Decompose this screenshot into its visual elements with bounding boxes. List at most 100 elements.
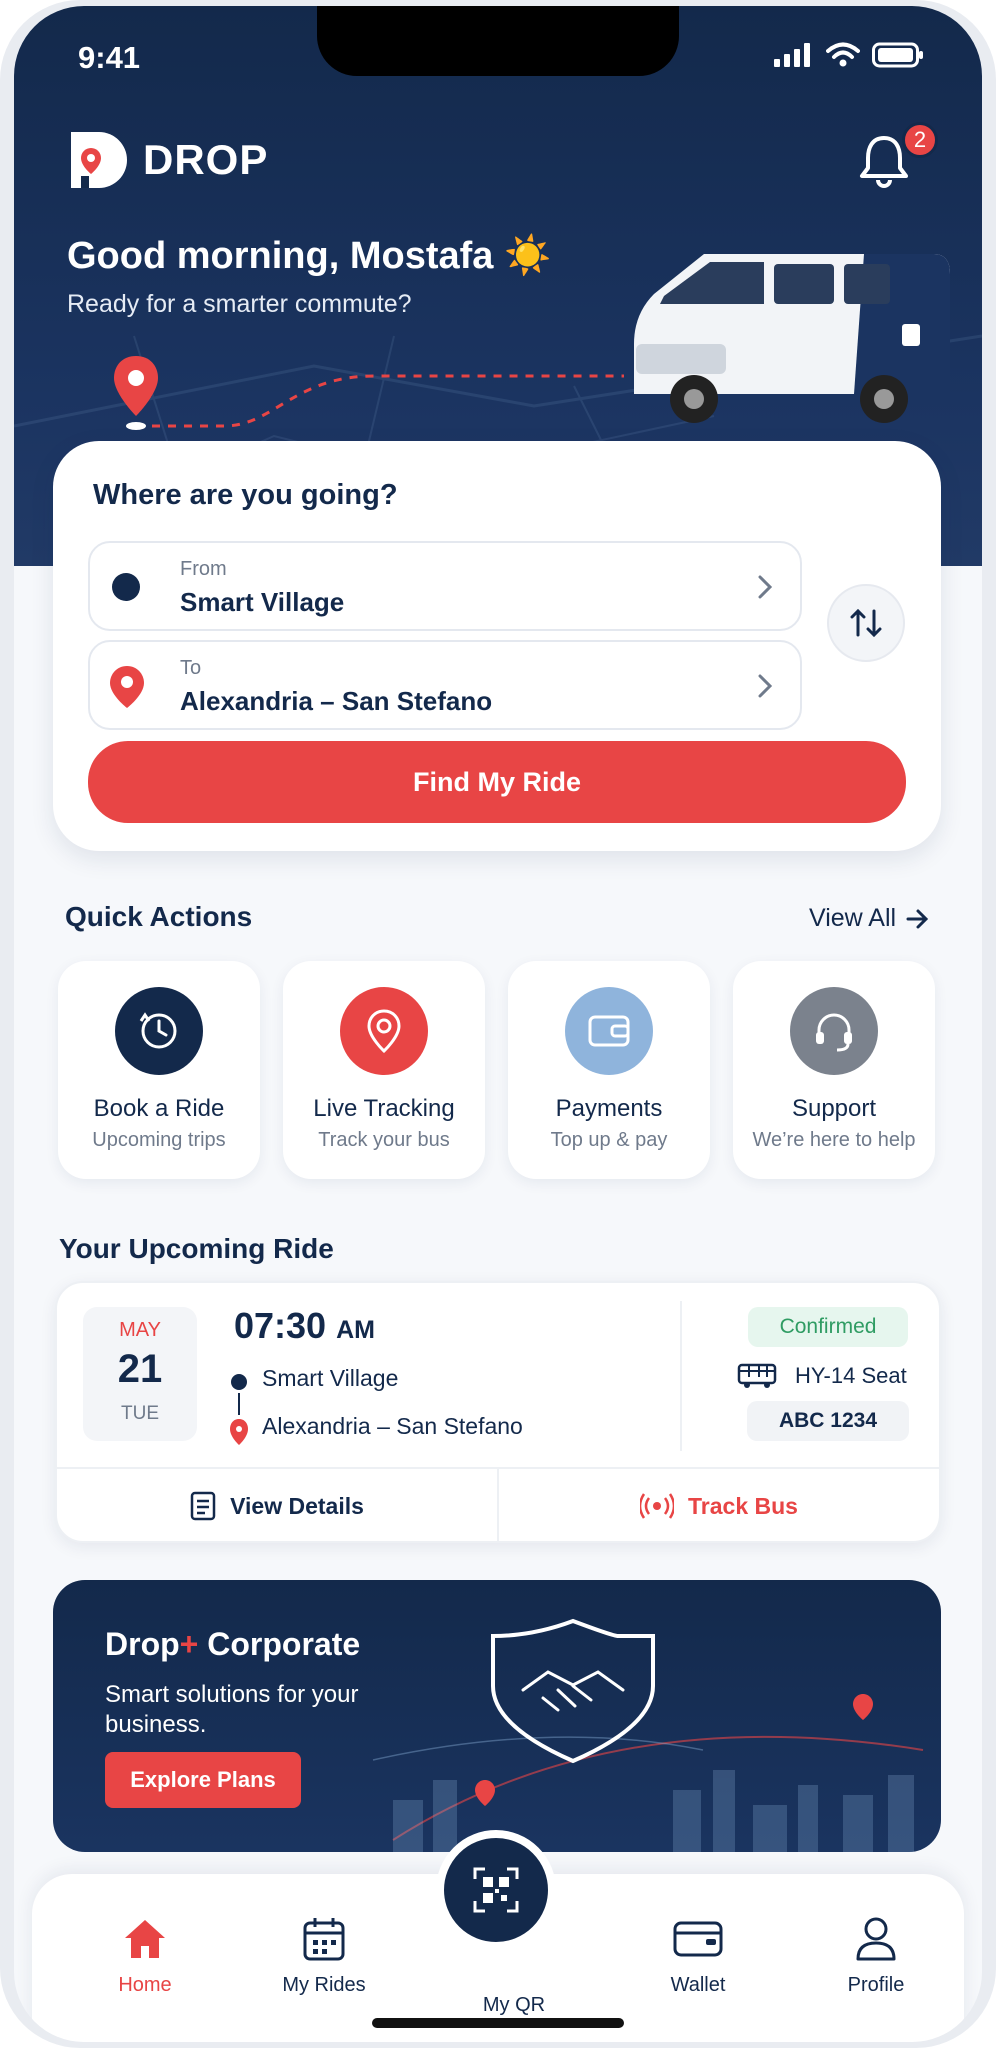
tab-wallet[interactable]: Wallet <box>628 1914 768 1997</box>
ride-time-value: 07:30 <box>234 1305 327 1346</box>
chevron-right-icon <box>758 674 773 698</box>
swap-arrows-icon <box>850 608 882 638</box>
headset-icon <box>816 1013 852 1052</box>
view-all-link[interactable]: View All <box>809 904 930 933</box>
app-screen: 9:41 DROP 2 Good morning, Mostafa ☀️ Rea… <box>14 6 982 2042</box>
quick-action-payments[interactable]: Payments Top up & pay <box>508 961 710 1179</box>
ride-month: MAY <box>119 1319 161 1341</box>
quick-action-title: Payments <box>555 1095 663 1122</box>
to-field[interactable]: To Alexandria – San Stefano <box>88 640 802 730</box>
upcoming-ride-title: Your Upcoming Ride <box>59 1233 334 1264</box>
home-indicator <box>372 2018 624 2028</box>
from-value: Smart Village <box>180 587 345 617</box>
greeting-title: Good morning, Mostafa ☀️ <box>67 235 552 277</box>
ride-day: 21 <box>117 1347 163 1391</box>
corporate-title-drop: Drop <box>105 1626 180 1662</box>
corporate-title-rest: Corporate <box>198 1626 361 1662</box>
quick-action-live-tracking[interactable]: Live Tracking Track your bus <box>283 961 485 1179</box>
swap-button[interactable] <box>827 584 905 662</box>
document-icon <box>190 1491 216 1521</box>
drop-logo-icon <box>71 132 127 188</box>
route-timeline-icon <box>230 1374 248 1445</box>
explore-plans-button[interactable]: Explore Plans <box>105 1752 301 1808</box>
quick-action-title: Support <box>791 1095 877 1122</box>
home-icon <box>125 1920 165 1958</box>
tab-label: My Rides <box>282 1974 366 1996</box>
tab-my-qr[interactable]: My QR <box>444 1994 584 2017</box>
ride-actions: View Details Track Bus <box>57 1467 939 1543</box>
wifi-icon <box>826 42 860 67</box>
qr-code-icon <box>473 1867 519 1913</box>
notification-badge: 2 <box>902 122 938 158</box>
broadcast-icon <box>640 1493 675 1519</box>
location-pin-icon <box>367 1009 401 1054</box>
tab-profile[interactable]: Profile <box>806 1914 946 1997</box>
quick-action-subtitle: Upcoming trips <box>92 1129 226 1151</box>
ride-time-ampm: AM <box>336 1316 375 1344</box>
upcoming-ride-card: MAY 21 TUE 07:30 AM Smart Village Alexan… <box>55 1281 941 1543</box>
calendar-icon <box>303 1918 345 1961</box>
van-illustration <box>634 254 950 423</box>
wallet-icon <box>588 1015 630 1047</box>
route-illustration <box>114 356 624 430</box>
tab-my-rides[interactable]: My Rides <box>254 1914 394 1997</box>
quick-action-book-ride[interactable]: Book a Ride Upcoming trips <box>58 961 260 1179</box>
find-ride-button[interactable]: Find My Ride <box>88 741 906 823</box>
cellular-signal-icon <box>774 43 810 67</box>
user-icon <box>856 1917 896 1961</box>
corporate-title: Drop+ Corporate <box>105 1626 360 1663</box>
vehicle-type: HY-14 Seat <box>795 1363 907 1388</box>
arrow-right-icon <box>906 909 929 928</box>
search-title: Where are you going? <box>93 479 398 511</box>
quick-action-subtitle: We’re here to help <box>752 1129 916 1151</box>
plate-number: ABC 1234 <box>747 1401 909 1441</box>
brand-name: DROP <box>143 136 269 183</box>
quick-actions-title: Quick Actions <box>65 901 253 932</box>
tab-label: My QR <box>482 1994 546 2016</box>
destination-pin-icon <box>110 666 144 708</box>
from-label: From <box>180 558 227 580</box>
chevron-right-icon <box>758 575 773 599</box>
corporate-banner[interactable]: Drop+ Corporate Smart solutions for your… <box>53 1580 941 1852</box>
wallet-icon <box>673 1921 723 1957</box>
phone-frame: 9:41 DROP 2 Good morning, Mostafa ☀️ Rea… <box>0 0 996 2048</box>
device-notch <box>317 6 679 76</box>
tab-label: Home <box>118 1974 172 1996</box>
tab-home[interactable]: Home <box>75 1914 215 1997</box>
corporate-title-plus: + <box>179 1626 199 1662</box>
app-logo: DROP <box>67 128 268 192</box>
track-bus-label: Track Bus <box>688 1492 798 1519</box>
quick-action-title: Book a Ride <box>93 1095 225 1122</box>
clock-icon <box>139 1012 177 1049</box>
status-badge: Confirmed <box>748 1307 908 1347</box>
live-tracking-circle <box>340 987 428 1075</box>
book-ride-circle <box>115 987 203 1075</box>
view-all-label: View All <box>809 904 897 932</box>
vehicle-info: HY-14 Seat <box>737 1363 907 1389</box>
quick-action-title: Live Tracking <box>313 1095 455 1122</box>
my-qr-button[interactable] <box>436 1830 556 1950</box>
ride-weekday: TUE <box>121 1403 159 1424</box>
battery-icon <box>872 42 923 68</box>
ride-time: 07:30 AM <box>234 1305 375 1347</box>
support-circle <box>790 987 878 1075</box>
to-label: To <box>180 657 202 679</box>
from-field[interactable]: From Smart Village <box>88 541 802 631</box>
trip-search-card: Where are you going? From Smart Village … <box>53 441 941 851</box>
ride-divider <box>680 1301 682 1451</box>
view-details-label: View Details <box>230 1492 364 1519</box>
tab-label: Profile <box>847 1974 905 1996</box>
quick-action-subtitle: Track your bus <box>318 1129 450 1151</box>
status-time: 9:41 <box>78 40 141 75</box>
payments-circle <box>565 987 653 1075</box>
quick-action-support[interactable]: Support We’re here to help <box>733 961 935 1179</box>
ride-destination: Alexandria – San Stefano <box>262 1413 523 1439</box>
origin-dot-icon <box>112 573 140 601</box>
quick-action-subtitle: Top up & pay <box>550 1129 668 1151</box>
track-bus-button[interactable]: Track Bus <box>497 1469 939 1543</box>
to-value: Alexandria – San Stefano <box>180 686 493 716</box>
bus-icon <box>737 1363 777 1388</box>
corporate-subtitle: Smart solutions for your business. <box>105 1681 359 1738</box>
ride-date: MAY 21 TUE <box>83 1307 197 1441</box>
view-details-button[interactable]: View Details <box>57 1469 497 1543</box>
